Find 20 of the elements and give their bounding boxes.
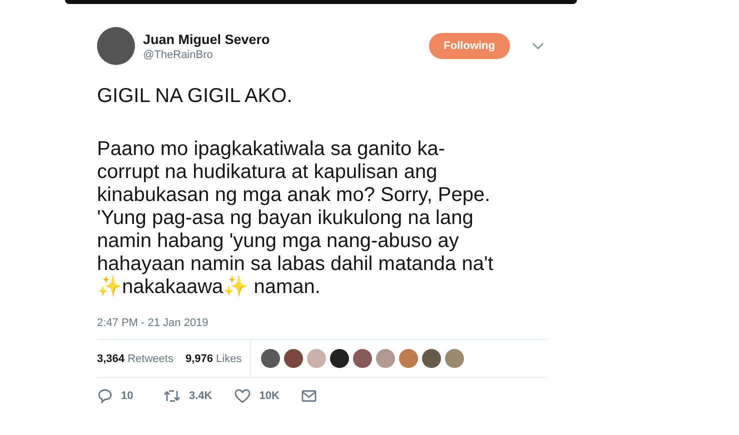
chevron-down-icon[interactable] xyxy=(532,42,544,50)
author-handle[interactable]: @TheRainBro xyxy=(143,48,421,60)
liker-avatar[interactable] xyxy=(422,349,441,368)
tweet-headline: GIGIL NA GIGIL AKO. xyxy=(97,85,294,108)
action-count: 3.4K xyxy=(189,390,212,402)
stat-count[interactable]: 9,976 Likes xyxy=(185,352,242,364)
envelope-icon[interactable] xyxy=(301,389,318,403)
avatar[interactable] xyxy=(97,27,135,65)
action-count: 10K xyxy=(259,390,280,402)
stat-count[interactable]: 3,364 Retweets xyxy=(97,352,174,364)
reply-icon[interactable] xyxy=(97,388,113,404)
timestamp[interactable]: 2:47 PM - 21 Jan 2019 xyxy=(97,317,547,329)
tweet-text: Paano mo ipagkakatiwala sa ganito ka-corrupt na hudikatura at kapulisan ang kinabukasan ng mga anak mo? Sorry, Pepe. 'Yung pag-asa ng bayan ikukulong na lang namin habang 'yung mga nang-abuso ay hahayaan namin sa labas dahil matanda na't ✨nakakaawa✨ naman. xyxy=(97,138,494,299)
author-name[interactable]: Juan Miguel Severo xyxy=(143,32,421,46)
liker-avatar[interactable] xyxy=(260,349,280,368)
retweet-icon[interactable] xyxy=(163,388,181,404)
liker-avatar[interactable] xyxy=(284,349,303,368)
heart-icon[interactable] xyxy=(234,388,252,404)
action-count: 10 xyxy=(121,390,134,402)
liker-avatar[interactable] xyxy=(330,349,349,368)
